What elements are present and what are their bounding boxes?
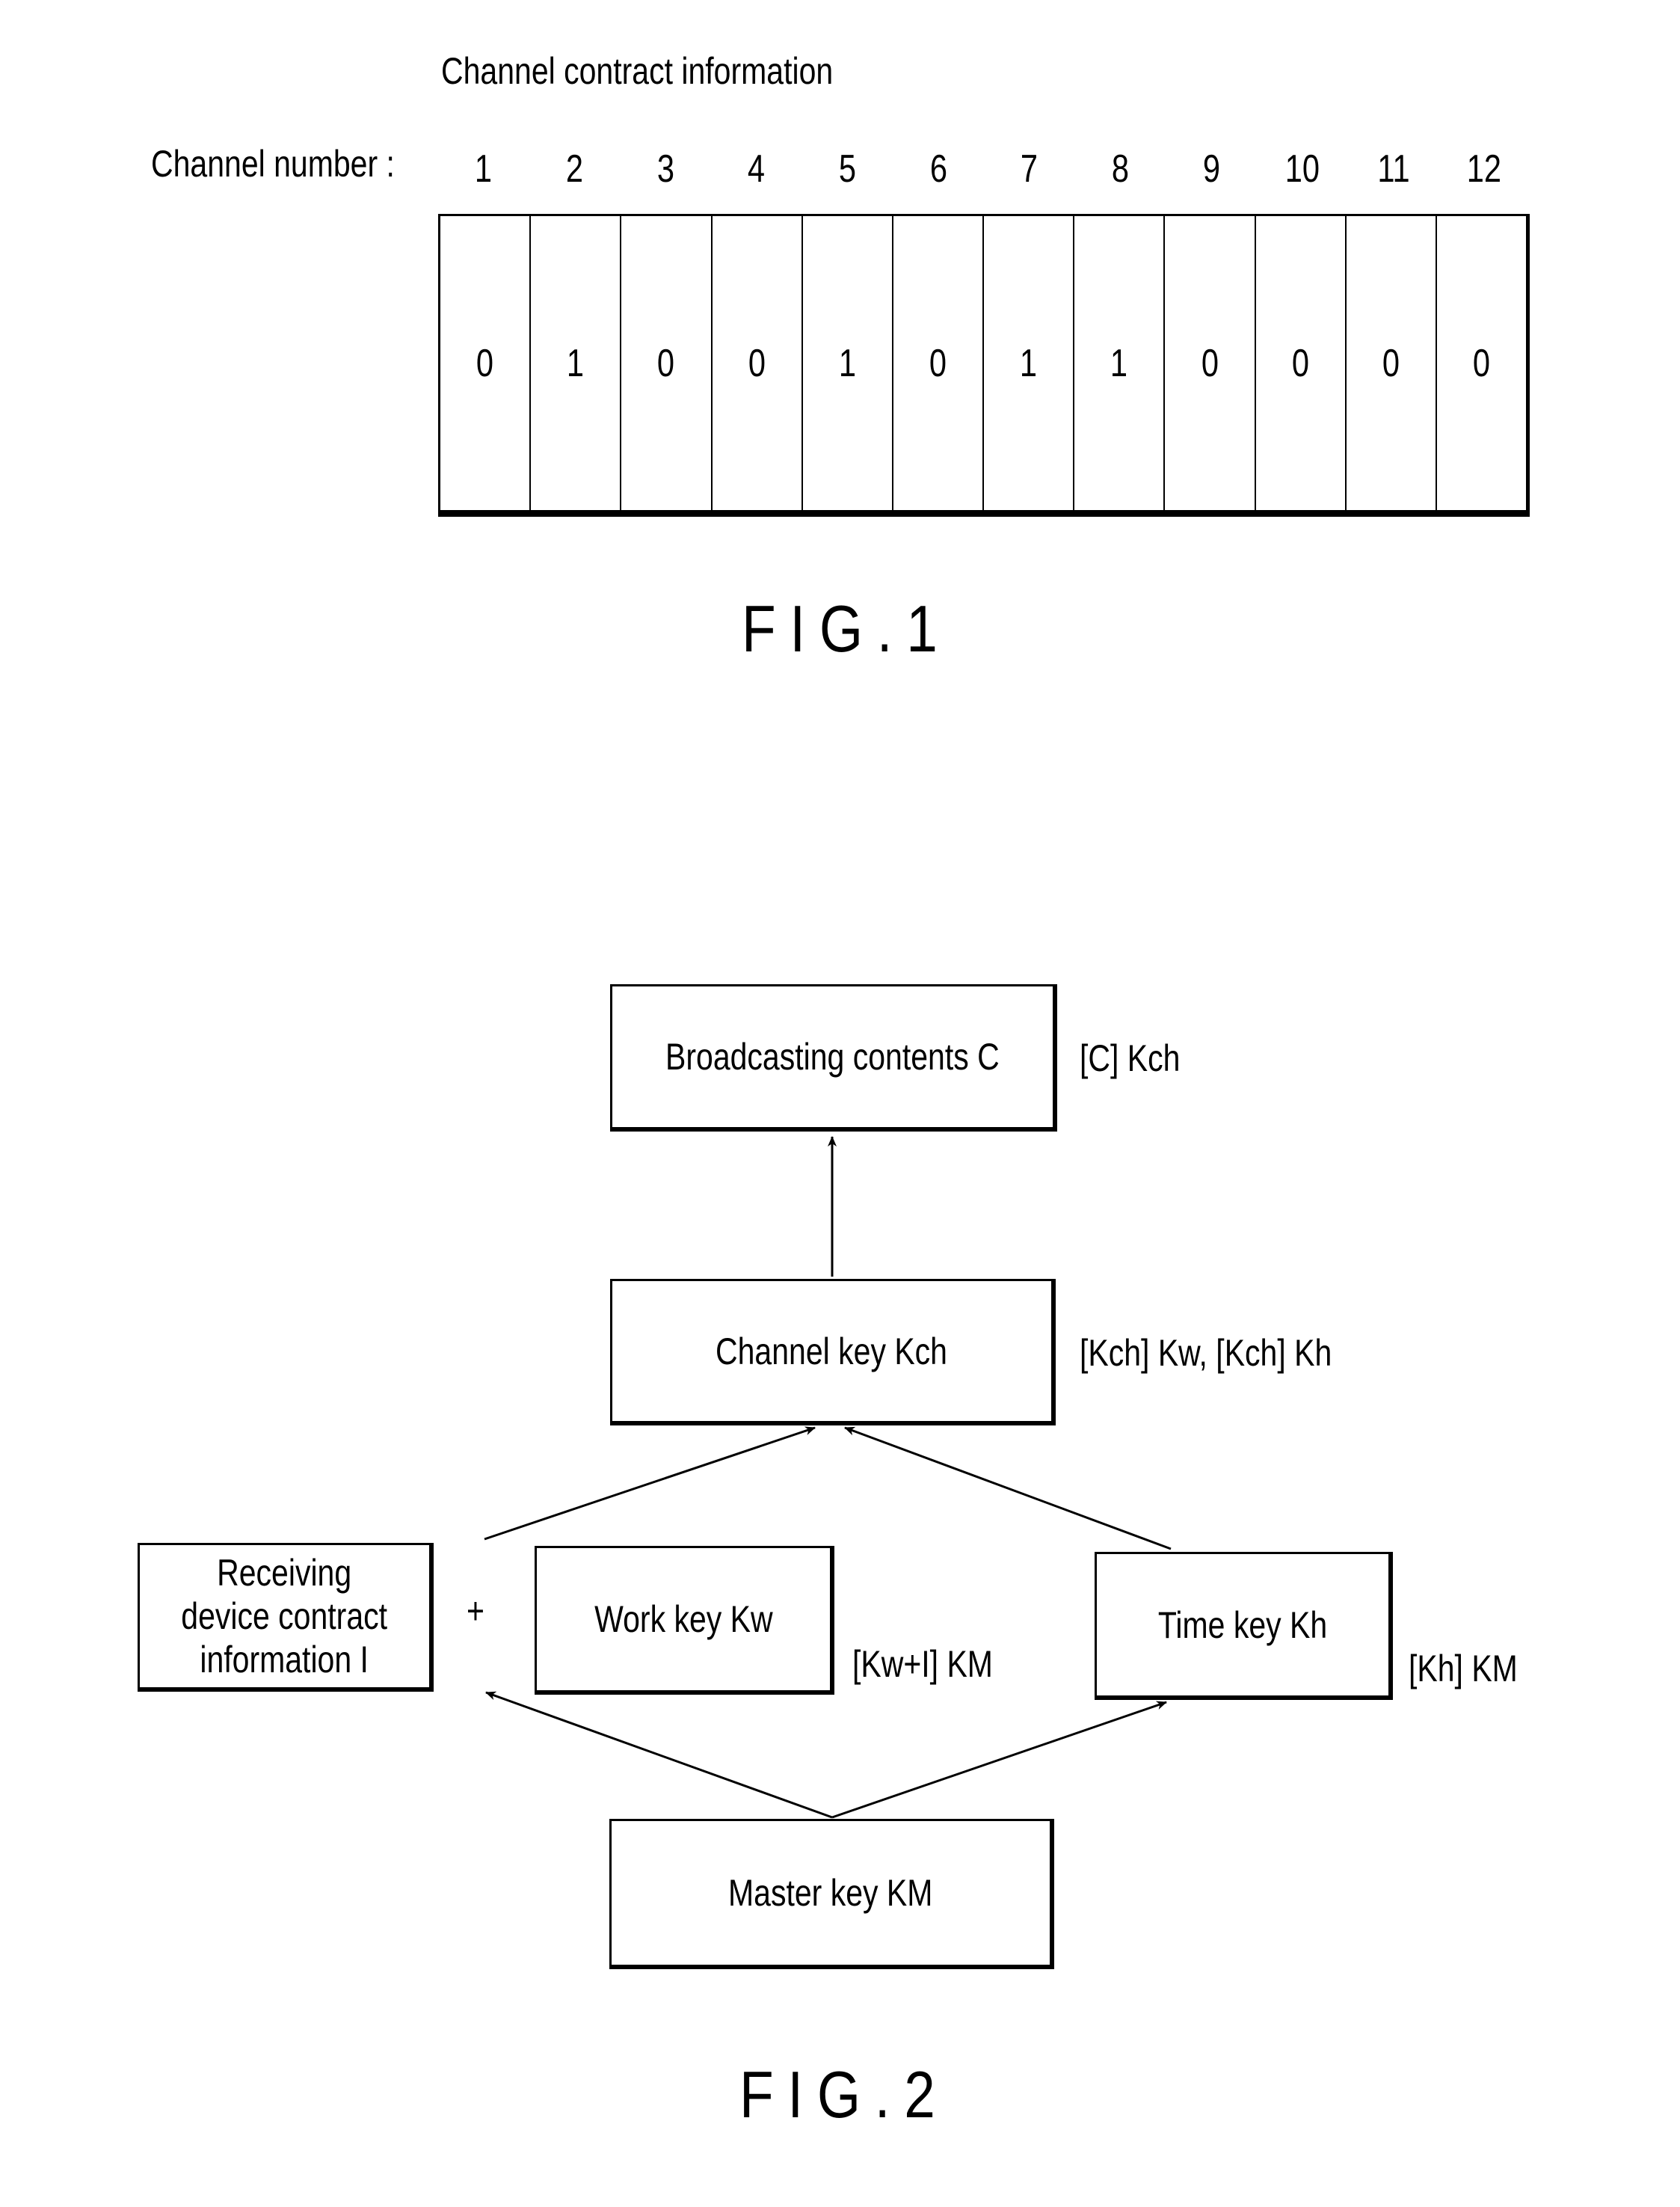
time-key-annotation: [Kh] KM: [1409, 1648, 1518, 1689]
time-key-label: Time key Kh: [1157, 1603, 1328, 1646]
master-key-label: Master key KM: [728, 1872, 933, 1914]
channel-key-label: Channel key Kch: [716, 1330, 948, 1372]
fig2-caption: FIG.2: [739, 2057, 950, 2131]
work-key-annotation: [Kw+I] KM: [852, 1643, 993, 1685]
receiving-contract-label: Receiving device contract information I: [181, 1552, 388, 1680]
channel-key-annotation: [Kch] Kw, [Kch] Kh: [1080, 1332, 1332, 1374]
arrow-master-to-time: [831, 1701, 1167, 1819]
work-key-box: Work key Kw: [535, 1546, 834, 1695]
master-key-box: Master key KM: [609, 1819, 1054, 1969]
broadcasting-contents-label: Broadcasting contents C: [665, 1036, 1000, 1078]
arrow-time-to-channel: [844, 1426, 1172, 1550]
broadcasting-contents-box: Broadcasting contents C: [610, 984, 1057, 1132]
work-key-label: Work key Kw: [594, 1598, 773, 1640]
plus-sign: +: [467, 1590, 484, 1632]
arrow-master-to-receiving: [485, 1691, 833, 1819]
broadcasting-annotation: [C] Kch: [1080, 1037, 1181, 1079]
time-key-box: Time key Kh: [1095, 1552, 1393, 1700]
channel-key-box: Channel key Kch: [610, 1279, 1056, 1425]
arrow-work-to-channel: [484, 1426, 816, 1541]
receiving-contract-box: Receiving device contract information I: [138, 1543, 434, 1692]
